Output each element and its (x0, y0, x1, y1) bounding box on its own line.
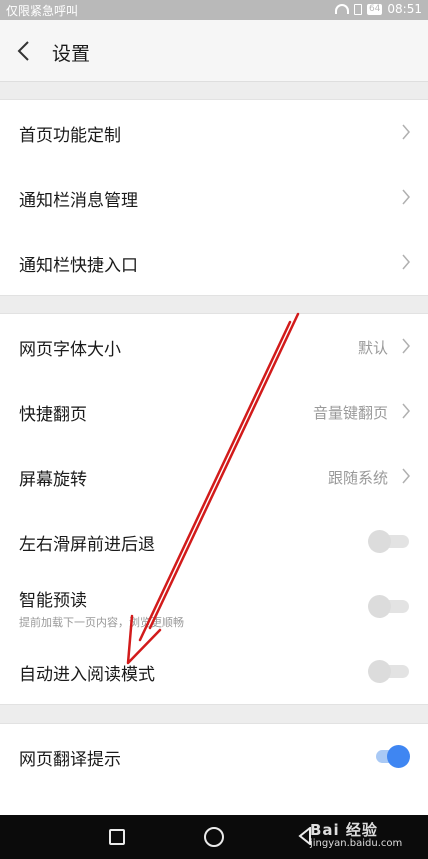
chevron-right-icon (402, 254, 410, 270)
chevron-right-icon (402, 338, 410, 354)
chevron-right-icon (402, 189, 410, 205)
setting-value: 跟随系统 (327, 469, 388, 487)
watermark-url: jingyan.baidu.com (310, 838, 403, 849)
toggle-knob (368, 595, 391, 618)
setting-label: 快捷翻页 (19, 405, 87, 425)
battery-icon: 64 (366, 3, 383, 15)
setting-translate-prompt[interactable]: 网页翻译提示 (0, 724, 428, 789)
setting-swipe-navigation[interactable]: 左右滑屏前进后退 (0, 509, 428, 574)
setting-notification-shortcut[interactable]: 通知栏快捷入口 (0, 230, 428, 295)
settings-group-1: 首页功能定制 通知栏消息管理 通知栏快捷入口 (0, 99, 428, 296)
setting-label: 网页翻译提示 (19, 750, 121, 770)
setting-description: 提前加载下一页内容，浏览更顺畅 (19, 616, 184, 629)
setting-value: 默认 (357, 339, 388, 357)
translate-prompt-toggle[interactable] (368, 744, 410, 768)
chevron-right-icon (402, 124, 410, 140)
setting-homepage-customize[interactable]: 首页功能定制 (0, 100, 428, 165)
swipe-navigation-toggle[interactable] (368, 529, 410, 553)
watermark-logo: Bai 经验 jingyan.baidu.com (310, 819, 402, 849)
status-icons: 64 08:51 (334, 2, 422, 16)
chevron-right-icon (402, 468, 410, 484)
settings-group-3: 网页翻译提示 广告过滤 (0, 723, 428, 835)
wifi-icon (334, 4, 349, 14)
settings-group-2: 网页字体大小 默认 快捷翻页 音量键翻页 屏幕旋转 跟随系统 左右滑屏前进后退 … (0, 313, 428, 705)
page-title: 设置 (52, 43, 91, 65)
clock: 08:51 (387, 2, 422, 16)
setting-label: 网页字体大小 (19, 340, 121, 360)
setting-font-size[interactable]: 网页字体大小 默认 (0, 314, 428, 379)
carrier-text: 仅限紧急呼叫 (6, 4, 79, 18)
setting-notification-manage[interactable]: 通知栏消息管理 (0, 165, 428, 230)
setting-label: 屏幕旋转 (19, 470, 87, 490)
smart-preload-toggle[interactable] (368, 594, 410, 618)
setting-label: 通知栏快捷入口 (19, 256, 138, 276)
sim-icon (353, 3, 362, 15)
watermark-text: Bai 经验 (310, 821, 378, 839)
home-icon[interactable] (204, 827, 224, 847)
chevron-right-icon (402, 403, 410, 419)
setting-screen-rotation[interactable]: 屏幕旋转 跟随系统 (0, 444, 428, 509)
recent-apps-icon[interactable] (109, 829, 125, 845)
setting-label: 通知栏消息管理 (19, 191, 138, 211)
setting-label: 左右滑屏前进后退 (19, 535, 155, 555)
toggle-knob (368, 660, 391, 683)
setting-label: 首页功能定制 (19, 126, 121, 146)
toggle-knob (387, 745, 410, 768)
auto-reader-mode-toggle[interactable] (368, 659, 410, 683)
app-header: 设置 (0, 20, 428, 82)
system-nav-bar: Bai 经验 jingyan.baidu.com (0, 815, 428, 859)
toggle-knob (368, 530, 391, 553)
setting-label: 自动进入阅读模式 (19, 665, 155, 685)
setting-auto-reader-mode[interactable]: 自动进入阅读模式 (0, 639, 428, 704)
setting-smart-preload[interactable]: 智能预读 提前加载下一页内容，浏览更顺畅 (0, 574, 428, 639)
setting-quick-page-turn[interactable]: 快捷翻页 音量键翻页 (0, 379, 428, 444)
setting-value: 音量键翻页 (312, 404, 388, 422)
back-arrow-icon[interactable] (16, 41, 32, 61)
status-bar: 仅限紧急呼叫 64 08:51 (0, 0, 428, 20)
setting-label: 智能预读 (19, 591, 87, 611)
